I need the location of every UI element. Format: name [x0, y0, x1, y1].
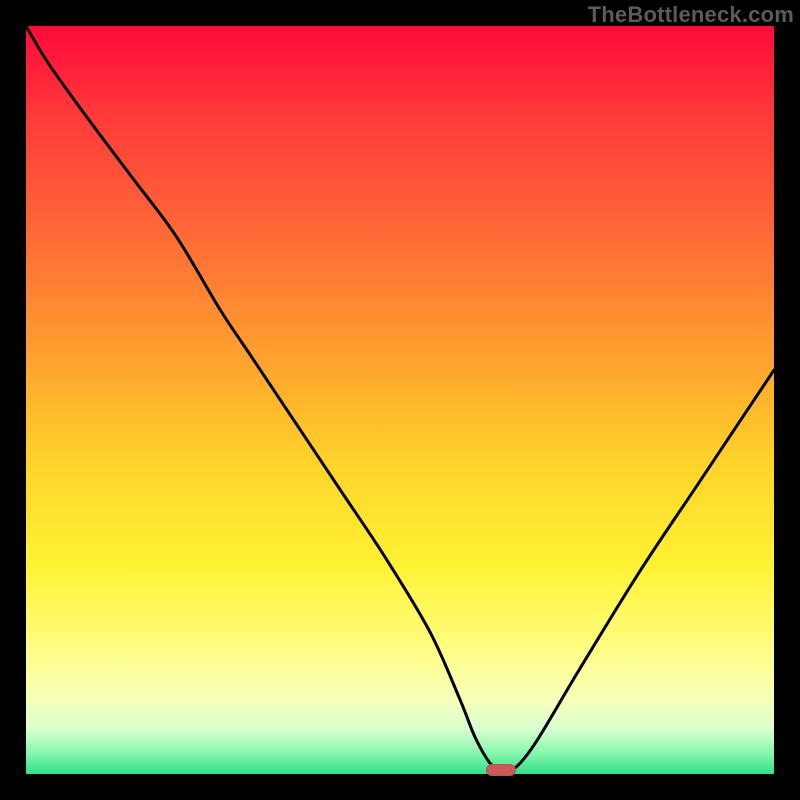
chart-frame: TheBottleneck.com [0, 0, 800, 800]
watermark-text: TheBottleneck.com [588, 2, 794, 28]
optimal-point-marker [486, 764, 516, 776]
bottleneck-curve [26, 26, 774, 774]
